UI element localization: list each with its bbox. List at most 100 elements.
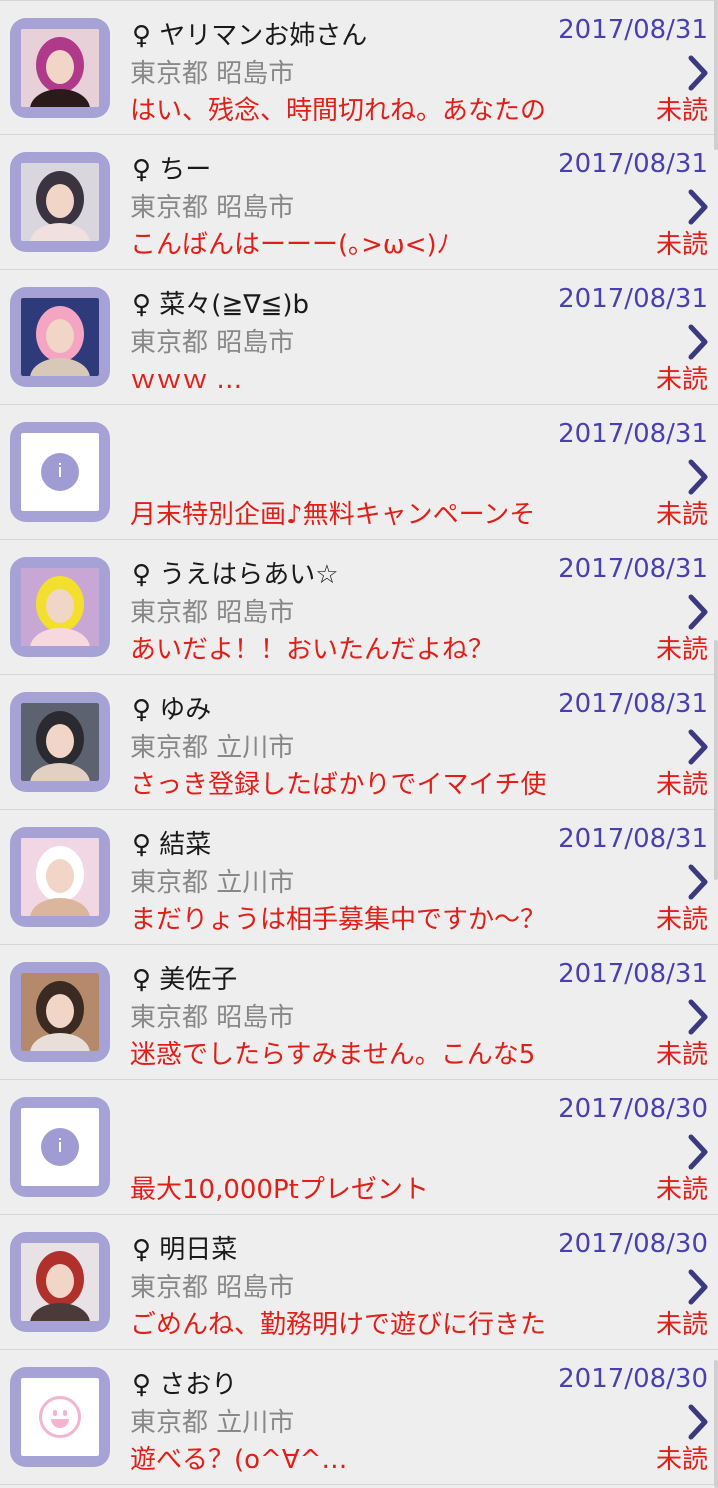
avatar-image xyxy=(21,1108,99,1186)
message-row[interactable]: ♀ ヤリマンお姉さん 東京都 昭島市 はい、残念、時間切れね。あなたの 2017/08… xyxy=(0,0,718,135)
avatar[interactable] xyxy=(10,422,110,522)
message-date: 2017/08/31 xyxy=(558,284,708,314)
chevron-right-icon[interactable] xyxy=(686,593,710,631)
profile-photo xyxy=(21,703,99,781)
chevron-right-icon[interactable] xyxy=(686,188,710,226)
chevron-right-icon[interactable] xyxy=(686,863,710,901)
sender-name: ♀ ちー xyxy=(132,155,212,185)
read-status-badge: 未読 xyxy=(655,1175,708,1205)
chevron-right-icon[interactable] xyxy=(686,1403,710,1441)
sender-location: 東京都 昭島市 xyxy=(130,1273,295,1303)
scroll-edge-indicator xyxy=(714,1360,718,1488)
message-date: 2017/08/31 xyxy=(558,15,708,45)
read-status-badge: 未読 xyxy=(655,905,708,935)
read-status-badge: 未読 xyxy=(655,365,708,395)
chevron-right-icon[interactable] xyxy=(686,1133,710,1171)
sender-location: 東京都 昭島市 xyxy=(130,598,295,628)
message-row[interactable]: ♀ さおり東京都 立川市遊べる？(o^∀^… 2017/08/30 未読 xyxy=(0,1350,718,1485)
message-row[interactable]: ♀ ちー 東京都 昭島市 こんばんはーーー(｡>ω<)ﾉ 2017/08/31 未読 xyxy=(0,135,718,270)
avatar[interactable] xyxy=(10,557,110,657)
avatar-image xyxy=(21,298,99,376)
avatar-image xyxy=(21,433,99,511)
profile-photo xyxy=(21,838,99,916)
message-row[interactable]: ♀ 菜々(≧∇≦)b 東京都 昭島市 ｗｗｗ … 2017/08/31 未読 xyxy=(0,270,718,405)
avatar[interactable] xyxy=(10,18,110,118)
read-status-badge: 未読 xyxy=(655,635,708,665)
sender-name: ♀ 菜々(≧∇≦)b xyxy=(132,290,310,320)
sender-name: ♀ 結菜 xyxy=(132,830,212,860)
message-date: 2017/08/31 xyxy=(558,824,708,854)
message-list: ♀ ヤリマンお姉さん 東京都 昭島市 はい、残念、時間切れね。あなたの 2017/08… xyxy=(0,0,718,1488)
avatar-image xyxy=(21,838,99,916)
read-status-badge: 未読 xyxy=(655,1040,708,1070)
info-icon xyxy=(41,453,79,491)
read-status-badge: 未読 xyxy=(655,230,708,260)
message-row[interactable]: 最大10,000Ptプレゼント 2017/08/30 未読 xyxy=(0,1080,718,1215)
avatar[interactable] xyxy=(10,287,110,387)
profile-photo xyxy=(21,29,99,107)
profile-photo xyxy=(21,298,99,376)
sender-name: ♀ 美佐子 xyxy=(132,965,238,995)
chevron-right-icon[interactable] xyxy=(686,458,710,496)
sender-location: 東京都 昭島市 xyxy=(130,59,295,89)
avatar[interactable] xyxy=(10,1367,110,1467)
message-preview: あいだよ！！おいたんだよね？ xyxy=(130,635,495,665)
sender-location: 東京都 立川市 xyxy=(130,1408,295,1438)
sender-location: 東京都 立川市 xyxy=(130,733,295,763)
message-preview: 月末特別企画♪無料キャンペーンそ xyxy=(130,500,536,530)
avatar-image xyxy=(21,973,99,1051)
avatar-image xyxy=(21,29,99,107)
message-preview: はい、残念、時間切れね。あなたの xyxy=(130,96,547,126)
read-status-badge: 未読 xyxy=(655,1310,708,1340)
chevron-right-icon[interactable] xyxy=(686,323,710,361)
avatar-image xyxy=(21,568,99,646)
avatar[interactable] xyxy=(10,152,110,252)
avatar[interactable] xyxy=(10,1232,110,1332)
chevron-right-icon[interactable] xyxy=(686,998,710,1036)
message-preview: ごめんね、勤務明けで遊びに行きた xyxy=(130,1310,547,1340)
read-status-badge: 未読 xyxy=(655,1445,708,1475)
avatar[interactable] xyxy=(10,962,110,1062)
message-row[interactable]: ♀ うえはらあい☆ 東京都 昭島市あいだよ！！おいたんだよね？ 2017/08/31… xyxy=(0,540,718,675)
message-preview: ｗｗｗ … xyxy=(130,365,243,395)
scroll-edge-indicator xyxy=(714,0,718,150)
message-row[interactable]: ♀ 明日菜東京都 昭島市ごめんね、勤務明けで遊びに行きた 2017/08/30 未読 xyxy=(0,1215,718,1350)
read-status-badge: 未読 xyxy=(655,96,708,126)
message-row[interactable]: 月末特別企画♪無料キャンペーンそ 2017/08/31 未読 xyxy=(0,405,718,540)
avatar[interactable] xyxy=(10,1097,110,1197)
message-date: 2017/08/31 xyxy=(558,959,708,989)
message-preview: まだりょうは相手募集中ですか～？ xyxy=(130,905,547,935)
read-status-badge: 未読 xyxy=(655,500,708,530)
message-date: 2017/08/31 xyxy=(558,554,708,584)
avatar-image xyxy=(21,1378,99,1456)
chevron-right-icon[interactable] xyxy=(686,1268,710,1306)
profile-photo xyxy=(21,568,99,646)
message-date: 2017/08/30 xyxy=(558,1094,708,1124)
message-date: 2017/08/30 xyxy=(558,1364,708,1394)
avatar-image xyxy=(21,703,99,781)
message-preview: 遊べる？(o^∀^… xyxy=(130,1445,348,1475)
message-date: 2017/08/31 xyxy=(558,419,708,449)
read-status-badge: 未読 xyxy=(655,770,708,800)
message-row[interactable]: ♀ ゆみ 東京都 立川市 さっき登録したばかりでイマイチ使 2017/08/31 未読 xyxy=(0,675,718,810)
sender-name: ♀ さおり xyxy=(132,1370,238,1400)
avatar-image xyxy=(21,163,99,241)
avatar[interactable] xyxy=(10,692,110,792)
message-row[interactable]: ♀ 美佐子東京都 昭島市迷惑でしたらすみません。こんな5 2017/08/31 未読 xyxy=(0,945,718,1080)
message-date: 2017/08/30 xyxy=(558,1229,708,1259)
sender-name: ♀ 明日菜 xyxy=(132,1235,238,1265)
sender-location: 東京都 昭島市 xyxy=(130,1003,295,1033)
message-row[interactable]: ♀ 結菜東京都 立川市まだりょうは相手募集中ですか～？ 2017/08/31 未読 xyxy=(0,810,718,945)
avatar[interactable] xyxy=(10,827,110,927)
sender-location: 東京都 立川市 xyxy=(130,868,295,898)
message-preview: 迷惑でしたらすみません。こんな5 xyxy=(130,1040,536,1070)
chevron-right-icon[interactable] xyxy=(686,728,710,766)
chevron-right-icon[interactable] xyxy=(686,54,710,92)
sender-location: 東京都 昭島市 xyxy=(130,193,295,223)
profile-photo xyxy=(21,163,99,241)
sender-location: 東京都 昭島市 xyxy=(130,328,295,358)
sender-name: ♀ うえはらあい☆ xyxy=(132,560,339,590)
avatar-image xyxy=(21,1243,99,1321)
message-date: 2017/08/31 xyxy=(558,689,708,719)
profile-photo xyxy=(21,973,99,1051)
